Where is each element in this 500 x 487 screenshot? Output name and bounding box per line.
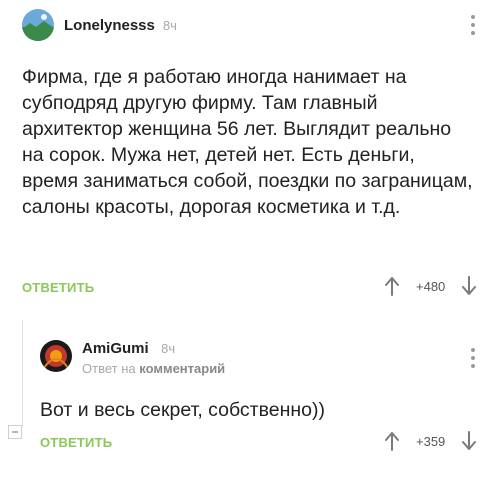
reply-to-link[interactable]: комментарий (139, 361, 225, 376)
vote-controls: +480 (384, 276, 477, 296)
author-name[interactable]: Lonelynesss (64, 17, 155, 34)
comment-time: 8ч (162, 17, 177, 33)
comment: Lonelynesss 8ч Фирма, где я работаю иног… (0, 0, 500, 310)
comment-text: Вот и весь секрет, собственно)) (40, 399, 325, 421)
reply-comment: AmiGumi 8ч Ответ на комментарий Вот и ве… (0, 320, 500, 487)
arrow-down-icon[interactable] (461, 431, 477, 451)
reply-to-line: Ответ на комментарий (82, 361, 225, 376)
arrow-down-icon[interactable] (461, 276, 477, 296)
arrow-up-icon[interactable] (384, 431, 400, 451)
comment-header: Lonelynesss 8ч (22, 9, 177, 41)
collapse-icon[interactable] (8, 425, 22, 439)
thread-line (22, 320, 23, 427)
score: +480 (416, 278, 446, 294)
author-name[interactable]: AmiGumi (82, 340, 149, 357)
user-avatar[interactable] (22, 9, 54, 41)
reply-button[interactable]: ОТВЕТИТЬ (22, 280, 94, 295)
arrow-up-icon[interactable] (384, 276, 400, 296)
comment-time: 8ч (161, 341, 176, 356)
comment-text: Фирма, где я работаю иногда нанимает на … (22, 66, 473, 218)
comment-header: AmiGumi 8ч Ответ на комментарий (40, 340, 225, 376)
more-options-icon[interactable] (470, 15, 476, 39)
reply-button[interactable]: ОТВЕТИТЬ (40, 435, 112, 450)
more-options-icon[interactable] (470, 348, 476, 372)
reply-to-prefix: Ответ на (82, 361, 136, 376)
user-avatar[interactable] (40, 340, 72, 372)
vote-controls: +359 (384, 431, 477, 451)
score: +359 (416, 433, 446, 449)
